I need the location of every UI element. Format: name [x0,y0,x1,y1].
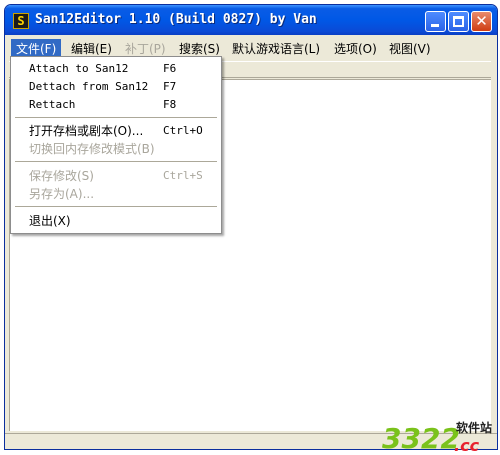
watermark-domain: .cc [454,436,480,455]
menu-item-rettach[interactable]: Rettach F8 [11,96,221,114]
menu-item-label: Attach to San12 [29,62,129,75]
menu-item-attach[interactable]: Attach to San12 F6 [11,60,221,78]
menu-item-shortcut: F8 [163,98,177,111]
menu-view[interactable]: 视图(V) [384,39,436,59]
maximize-button[interactable] [448,11,469,32]
menu-item-shortcut: F6 [163,62,177,75]
menu-item-shortcut: Ctrl+O [163,124,203,137]
menu-item-open[interactable]: 打开存档或剧本(O)... Ctrl+O [11,122,221,140]
watermark-site-name: 软件站 [456,421,493,435]
menu-separator [15,206,217,208]
menu-item-save[interactable]: 保存修改(S) Ctrl+S [11,167,221,185]
site-watermark: 3322 .cc 软件站 [382,420,500,454]
menu-item-save-as[interactable]: 另存为(A)... [11,185,221,203]
menu-item-label: 另存为(A)... [29,187,95,201]
title-bar[interactable]: S San12Editor 1.10 (Build 0827) by Van ✕ [5,5,497,35]
menu-item-label: Dettach from San12 [29,80,149,93]
menu-item-dettach[interactable]: Dettach from San12 F7 [11,78,221,96]
file-menu-dropdown: Attach to San12 F6 Dettach from San12 F7… [10,56,222,234]
menu-separator [15,161,217,163]
menu-default-game-language[interactable]: 默认游戏语言(L) [227,39,325,59]
app-icon[interactable]: S [13,13,29,29]
menu-item-label: 退出(X) [29,214,71,228]
menu-item-label: 切换回内存修改模式(B) [29,142,155,156]
menu-item-shortcut: Ctrl+S [163,169,203,182]
close-button[interactable]: ✕ [471,11,492,32]
minimize-icon [431,24,439,27]
menu-item-label: 打开存档或剧本(O)... [29,124,144,138]
close-icon: ✕ [475,12,488,30]
menu-item-shortcut: F7 [163,80,177,93]
minimize-button[interactable] [425,11,446,32]
menu-item-label: Rettach [29,98,76,111]
menu-item-exit[interactable]: 退出(X) [11,212,221,230]
maximize-icon [453,16,464,27]
watermark-number: 3322 [382,422,460,455]
menu-item-label: 保存修改(S) [29,169,94,183]
menu-separator [15,117,217,119]
menu-options[interactable]: 选项(O) [329,39,382,59]
menu-item-switch-memory-mode[interactable]: 切换回内存修改模式(B) [11,140,221,158]
window-title: San12Editor 1.10 (Build 0827) by Van [35,12,317,27]
